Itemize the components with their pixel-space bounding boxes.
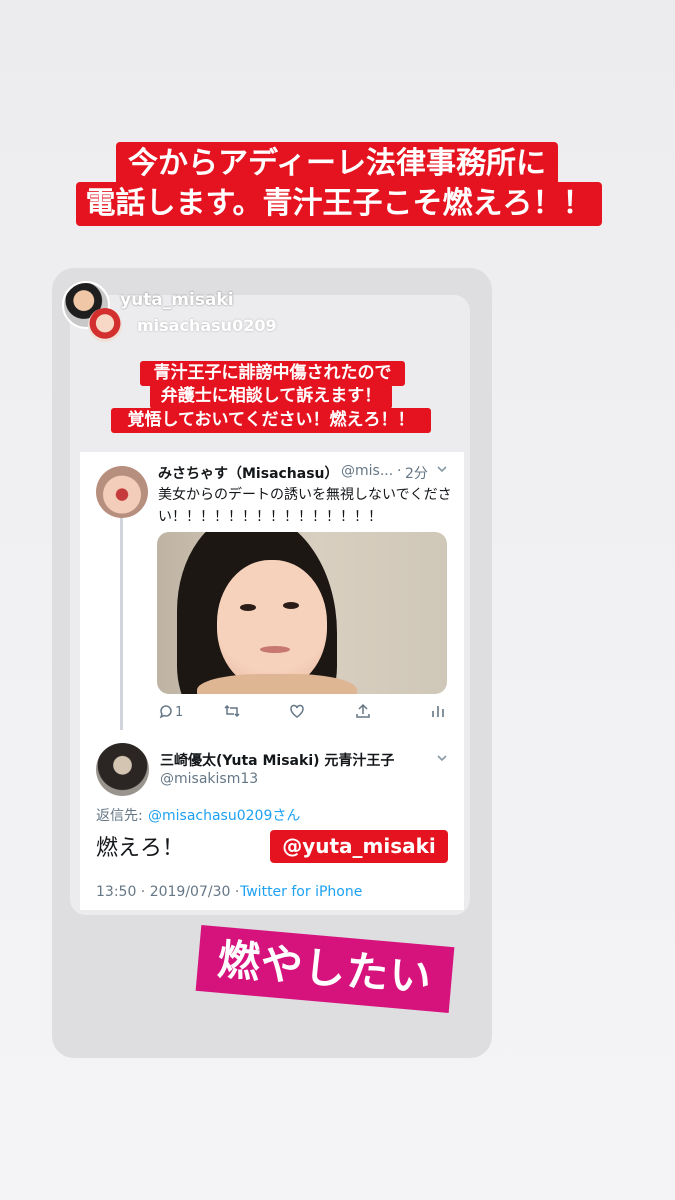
story-username[interactable]: yuta_misaki [120, 290, 234, 310]
mention-sticker[interactable]: @yuta_misaki [270, 830, 448, 863]
inner-avatar [88, 308, 122, 342]
tweet2-source-link[interactable]: Twitter for iPhone [240, 884, 362, 900]
tweet1-handle[interactable]: @mis... [341, 463, 393, 479]
photo-eye-right [283, 602, 299, 609]
chevron-down-icon[interactable] [436, 463, 448, 479]
tweet1-avatar[interactable] [96, 466, 148, 518]
photo-eye-left [240, 604, 256, 611]
photo-clothing [197, 674, 357, 694]
reply-to-link[interactable]: @misachasu0209さん [148, 805, 300, 825]
tweet1-separator: · [397, 463, 402, 479]
share-icon[interactable] [355, 703, 371, 723]
inner-caption-line-1: 青汁王子に誹謗中傷されたので [140, 361, 405, 386]
reply-to-label: 返信先: [96, 808, 143, 824]
tweet1-display-name[interactable]: みさちゃす（Misachasu） [158, 463, 339, 483]
tweet2-text: 燃えろ！ [96, 836, 185, 861]
retweet-icon[interactable] [223, 703, 241, 723]
reply-icon[interactable] [158, 703, 174, 723]
tweet2-avatar[interactable] [96, 743, 149, 796]
analytics-icon[interactable] [431, 703, 445, 723]
inner-caption-line-2: 弁護士に相談して訴えます！ [150, 384, 392, 409]
tweet2-timestamp: 13:50 · 2019/07/30 · [96, 884, 240, 900]
tweet2-handle[interactable]: @misakism13 [160, 771, 258, 787]
story-caption-line-1: 今からアディーレ法律事務所に [116, 142, 558, 186]
heart-icon[interactable] [289, 703, 305, 723]
tweet2-display-name[interactable]: 三崎優太(Yuta Misaki) 元青汁王子 [160, 750, 394, 770]
reply-count: 1 [175, 705, 184, 720]
tweet1-time: 2分 [405, 466, 428, 482]
tweet1-photo[interactable] [157, 532, 447, 694]
photo-mouth [260, 646, 290, 653]
inner-story-username: misachasu0209 [137, 316, 277, 335]
tweet1-text: 美女からのデートの誘いを無視しないでください！！！！！！！！！！！！！！！ [158, 487, 452, 525]
chevron-down-icon[interactable] [436, 752, 448, 768]
thread-line [120, 515, 123, 730]
photo-face [217, 560, 327, 690]
inner-caption-line-3: 覚悟しておいてください！燃えろ！！ [111, 408, 431, 433]
story-caption-line-2: 電話します。青汁王子こそ燃えろ！！ [76, 182, 602, 226]
